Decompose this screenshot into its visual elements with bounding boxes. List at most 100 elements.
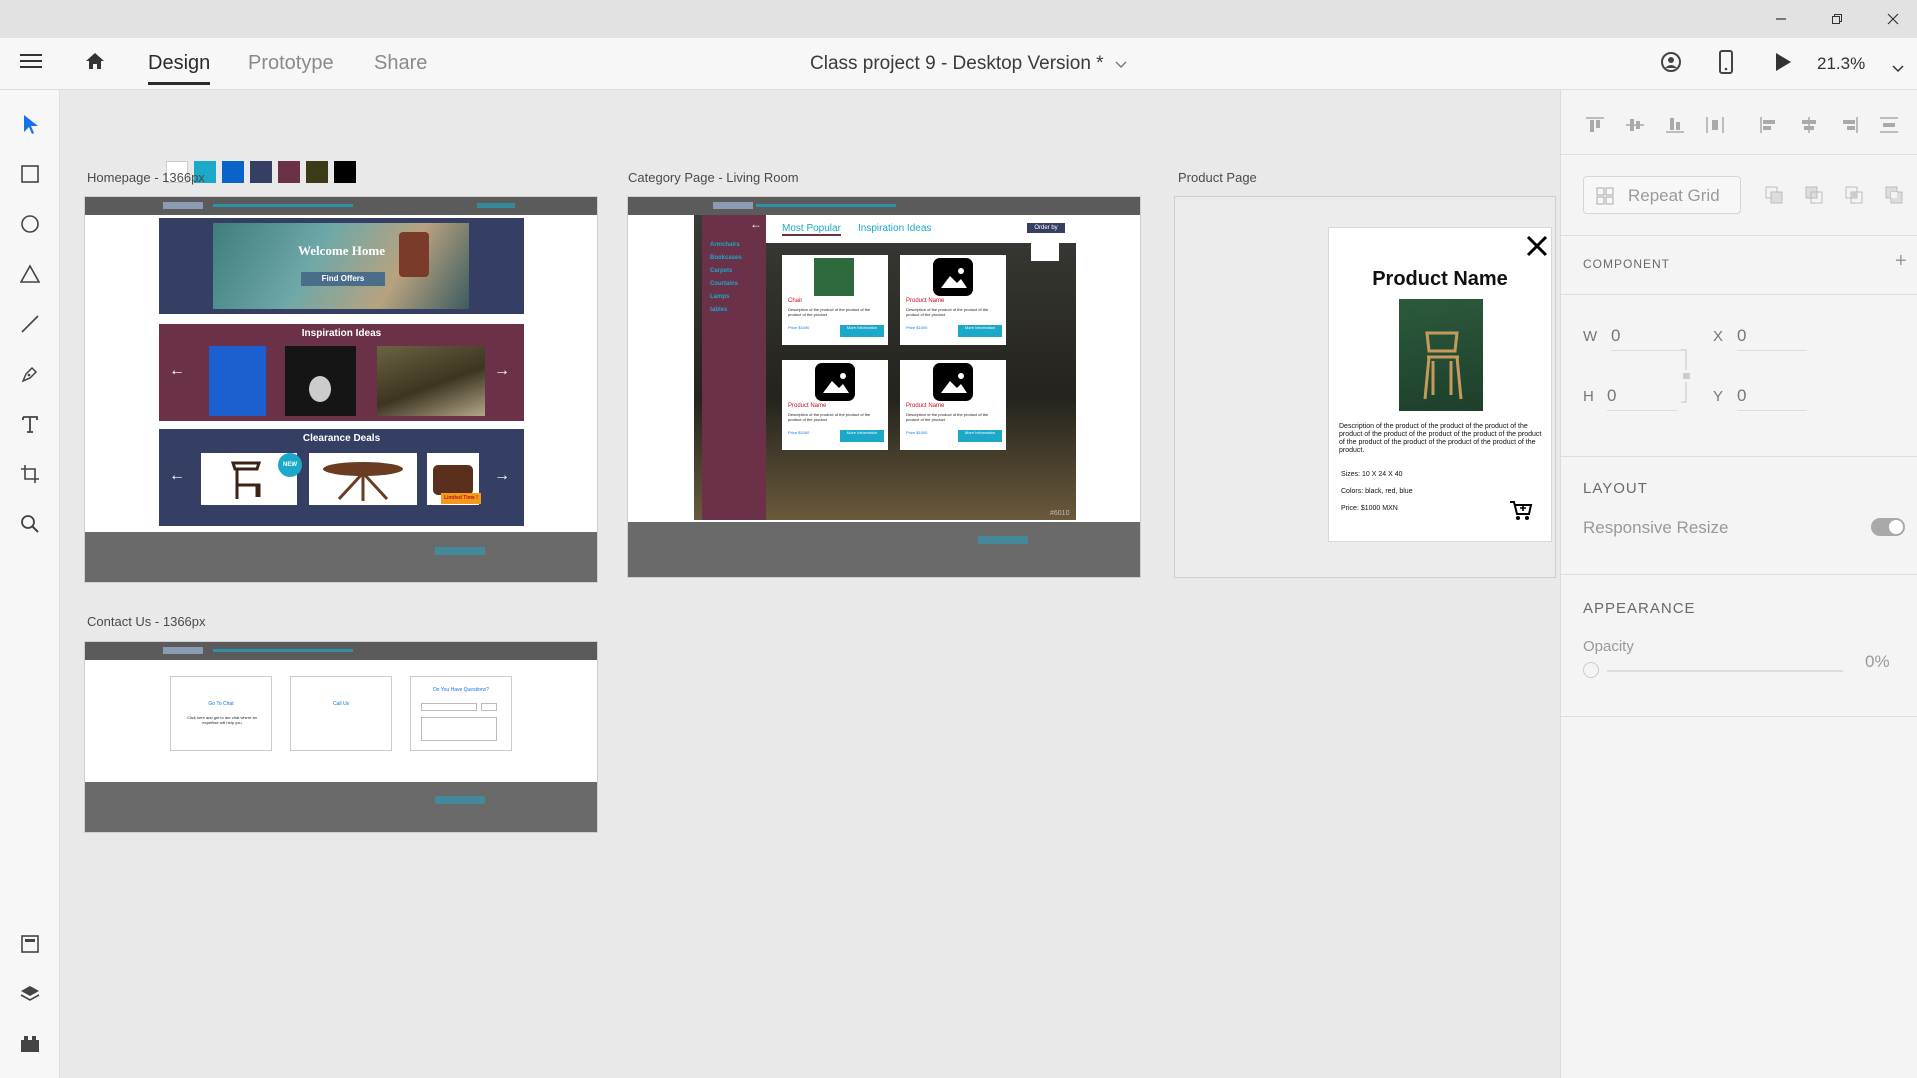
user-share-icon[interactable]: [1660, 51, 1682, 78]
line-tool-icon[interactable]: [16, 310, 44, 338]
arrow-right-icon[interactable]: →: [494, 362, 510, 380]
zoom-chevron-icon[interactable]: [1892, 60, 1904, 78]
restore-button[interactable]: [1814, 4, 1860, 34]
site-footer: [85, 532, 597, 582]
contact-card-questions[interactable]: Do You Have Questions?: [410, 676, 512, 751]
zoom-level[interactable]: 21.3%: [1817, 54, 1865, 74]
align-center-icon[interactable]: [1799, 116, 1819, 134]
order-by-menu[interactable]: [1031, 233, 1059, 261]
artboard-product[interactable]: Product Name Description of the product …: [1175, 197, 1555, 577]
zoom-tool-icon[interactable]: [16, 510, 44, 538]
product-card[interactable]: Product Name Description of the product …: [900, 255, 1006, 345]
more-information-button[interactable]: More Information: [958, 325, 1002, 337]
product-card[interactable]: Chair Description of the product of the …: [782, 255, 888, 345]
intersect-boolean-icon[interactable]: [1845, 186, 1863, 204]
product-card[interactable]: Product Name Description of the product …: [900, 360, 1006, 450]
plugins-panel-icon[interactable]: [16, 1030, 44, 1058]
add-component-icon[interactable]: +: [1895, 250, 1907, 273]
hamburger-menu-icon[interactable]: [20, 52, 42, 75]
back-arrow-icon[interactable]: ←: [750, 217, 762, 231]
color-swatch-black[interactable]: [334, 161, 356, 183]
subtract-boolean-icon[interactable]: [1805, 186, 1823, 204]
ellipse-tool-icon[interactable]: [16, 210, 44, 238]
artboard-label-product[interactable]: Product Page: [1178, 170, 1257, 185]
select-tool-icon[interactable]: [16, 110, 44, 138]
inspiration-image-3[interactable]: [377, 346, 485, 416]
sidebar-item-courtains[interactable]: Courtains: [710, 278, 742, 291]
lock-aspect-icon[interactable]: [1679, 346, 1693, 411]
order-by-dropdown[interactable]: Order by: [1027, 223, 1065, 233]
more-information-button[interactable]: More Information: [840, 430, 884, 442]
tab-share[interactable]: Share: [374, 52, 427, 75]
repeat-grid-button[interactable]: Repeat Grid: [1583, 176, 1741, 214]
question-submit[interactable]: [481, 703, 497, 711]
more-information-button[interactable]: More Information: [958, 430, 1002, 442]
responsive-resize-toggle[interactable]: [1871, 518, 1905, 536]
tab-most-popular[interactable]: Most Popular: [782, 223, 841, 236]
inspiration-image-2[interactable]: [285, 346, 356, 416]
height-input[interactable]: 0: [1607, 386, 1677, 411]
artboard-label-contact[interactable]: Contact Us - 1366px: [87, 614, 206, 629]
artboard-category[interactable]: ← Armchairs Bookcases Carpets Courtains …: [628, 197, 1140, 577]
align-right-icon[interactable]: [1839, 116, 1859, 134]
pen-tool-icon[interactable]: [16, 360, 44, 388]
tab-prototype[interactable]: Prototype: [248, 52, 334, 75]
assets-panel-icon[interactable]: [16, 930, 44, 958]
close-window-button[interactable]: [1870, 4, 1916, 34]
add-boolean-icon[interactable]: [1765, 186, 1783, 204]
sidebar-item-tables[interactable]: tables: [710, 304, 742, 317]
sidebar-item-carpets[interactable]: Carpets: [710, 265, 742, 278]
opacity-slider-track[interactable]: [1607, 670, 1843, 672]
rectangle-tool-icon[interactable]: [16, 160, 44, 188]
layers-panel-icon[interactable]: [16, 980, 44, 1008]
artboard-homepage[interactable]: Welcome Home Find Offers Inspiration Ide…: [85, 197, 597, 582]
color-swatch-blue[interactable]: [222, 161, 244, 183]
product-card[interactable]: Product Name Description of the product …: [782, 360, 888, 450]
exclude-boolean-icon[interactable]: [1885, 186, 1903, 204]
home-icon[interactable]: [84, 50, 106, 77]
align-left-icon[interactable]: [1759, 116, 1779, 134]
close-icon[interactable]: [1525, 234, 1549, 263]
add-to-cart-icon[interactable]: [1509, 500, 1533, 527]
question-textarea[interactable]: [421, 717, 497, 741]
document-title[interactable]: Class project 9 - Desktop Version *: [810, 53, 1127, 75]
color-swatch-navy[interactable]: [250, 161, 272, 183]
opacity-label: Opacity: [1583, 638, 1634, 655]
polygon-tool-icon[interactable]: [16, 260, 44, 288]
arrow-left-icon[interactable]: ←: [169, 467, 185, 485]
opacity-value[interactable]: 0%: [1865, 652, 1890, 672]
contact-card-chat[interactable]: Go To Chat Click here and get to are cha…: [170, 676, 272, 751]
clearance-table-card[interactable]: [309, 453, 417, 505]
artboard-label-category[interactable]: Category Page - Living Room: [628, 170, 799, 185]
distribute-horizontal-icon[interactable]: [1705, 116, 1725, 134]
more-information-button[interactable]: More Information: [840, 325, 884, 337]
text-tool-icon[interactable]: [16, 410, 44, 438]
align-middle-icon[interactable]: [1625, 116, 1645, 134]
y-input[interactable]: 0: [1737, 386, 1807, 411]
align-bottom-icon[interactable]: [1665, 116, 1685, 134]
play-icon[interactable]: [1774, 52, 1792, 77]
x-input[interactable]: 0: [1737, 326, 1807, 351]
artboard-tool-icon[interactable]: [16, 460, 44, 488]
align-top-icon[interactable]: [1585, 116, 1605, 134]
artboard-label-homepage[interactable]: Homepage - 1366px: [87, 170, 205, 185]
tab-inspiration-ideas[interactable]: Inspiration Ideas: [858, 223, 931, 234]
distribute-vertical-icon[interactable]: [1879, 116, 1899, 134]
minimize-button[interactable]: [1758, 4, 1804, 34]
color-swatch-olive[interactable]: [306, 161, 328, 183]
question-input[interactable]: [421, 703, 477, 711]
arrow-left-icon[interactable]: ←: [169, 362, 185, 380]
arrow-right-icon[interactable]: →: [494, 467, 510, 485]
sidebar-item-bookcases[interactable]: Bookcases: [710, 252, 742, 265]
mobile-preview-icon[interactable]: [1718, 50, 1734, 79]
artboard-contact[interactable]: Go To Chat Click here and get to are cha…: [85, 642, 597, 832]
width-input[interactable]: 0: [1611, 326, 1681, 351]
contact-card-call[interactable]: Call Us: [290, 676, 392, 751]
sidebar-item-armchairs[interactable]: Armchairs: [710, 239, 742, 252]
tab-design[interactable]: Design: [148, 52, 211, 85]
opacity-slider-handle[interactable]: [1583, 662, 1599, 678]
color-swatch-plum[interactable]: [278, 161, 300, 183]
find-offers-button[interactable]: Find Offers: [301, 272, 385, 286]
sidebar-item-lamps[interactable]: Lamps: [710, 291, 742, 304]
inspiration-image-1[interactable]: [209, 346, 266, 416]
